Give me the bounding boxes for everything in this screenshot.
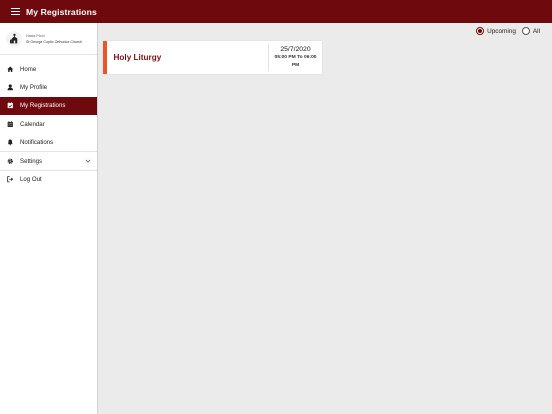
radio-unchecked-icon — [521, 27, 530, 35]
sidebar: Hasta Ptoni St George Coptic Orthodox Ch… — [0, 23, 98, 414]
filter-upcoming-label: Upcoming — [487, 27, 516, 35]
top-app-bar: My Registrations — [0, 0, 552, 23]
registration-card[interactable]: Holy Liturgy 25/7/2020 05:00 PM To 06:00… — [103, 41, 322, 74]
logout-icon — [6, 175, 14, 183]
sidebar-item-home[interactable]: Home — [0, 60, 97, 78]
sidebar-item-label: Notifications — [20, 138, 54, 146]
gear-icon — [6, 157, 14, 165]
profile-church: St George Coptic Orthodox Church — [26, 39, 82, 44]
home-icon — [6, 65, 14, 73]
filter-upcoming-radio[interactable]: Upcoming — [476, 27, 516, 35]
radio-checked-icon — [476, 27, 485, 35]
registration-title: Holy Liturgy — [113, 53, 162, 62]
sidebar-item-label: Settings — [20, 157, 43, 165]
filter-all-radio[interactable]: All — [521, 27, 540, 35]
sidebar-item-calendar[interactable]: Calendar — [0, 115, 97, 133]
sidebar-item-notifications[interactable]: Notifications — [0, 133, 97, 151]
registration-datetime: 25/7/2020 05:00 PM To 06:00 PM — [269, 41, 322, 74]
hamburger-icon[interactable] — [11, 7, 20, 16]
sidebar-item-label: My Profile — [20, 83, 48, 91]
sidebar-item-log-out[interactable]: Log Out — [0, 169, 97, 188]
church-logo-icon — [6, 30, 22, 47]
sidebar-item-label: Home — [20, 65, 37, 73]
user-icon — [6, 83, 14, 91]
calendar-icon — [6, 120, 14, 128]
chevron-down-icon[interactable] — [85, 158, 91, 164]
filter-all-label: All — [532, 27, 540, 35]
sidebar-item-settings[interactable]: Settings — [0, 151, 97, 169]
calendar-check-icon — [6, 102, 14, 110]
registration-filter: Upcoming All — [470, 27, 540, 35]
sidebar-item-my-profile[interactable]: My Profile — [0, 78, 97, 96]
sidebar-item-label: Calendar — [20, 120, 45, 128]
bell-icon — [6, 138, 14, 146]
registration-date: 25/7/2020 — [280, 45, 311, 53]
sidebar-item-label: My Registrations — [20, 102, 66, 110]
page-title: My Registrations — [26, 6, 97, 17]
registration-time: 05:00 PM To 06:00 PM — [274, 54, 317, 68]
profile-header[interactable]: Hasta Ptoni St George Coptic Orthodox Ch… — [0, 23, 97, 55]
sidebar-item-my-registrations[interactable]: My Registrations — [0, 96, 97, 115]
sidebar-item-label: Log Out — [20, 175, 42, 183]
